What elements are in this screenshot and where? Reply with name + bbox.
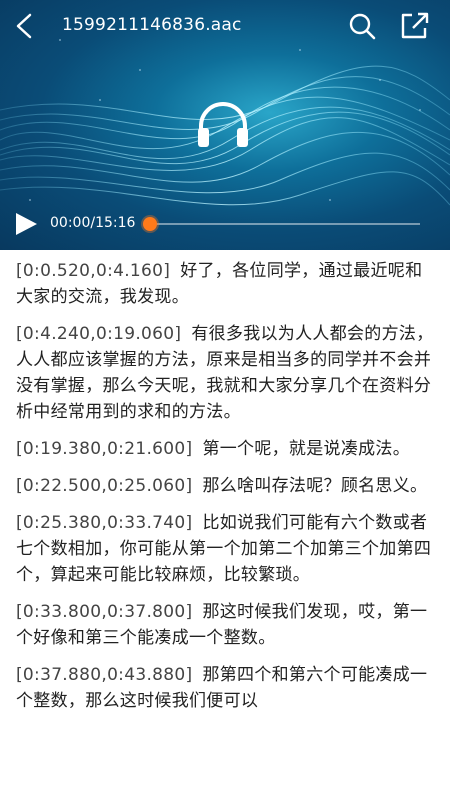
transcript-segment[interactable]: [0:22.500,0:25.060] 那么啥叫存法呢？顾名思义。 [16, 473, 434, 499]
playback-time: 00:00/15:16 [50, 215, 136, 231]
search-icon[interactable] [347, 11, 377, 41]
segment-timestamp: [0:19.380,0:21.600] [16, 439, 193, 459]
segment-timestamp: [0:0.520,0:4.160] [16, 261, 171, 281]
transcript-segment[interactable]: [0:33.800,0:37.800] 那这时候我们发现，哎，第一个好像和第三个能… [16, 599, 434, 651]
segment-timestamp: [0:22.500,0:25.060] [16, 476, 193, 496]
headphones-icon [198, 102, 248, 147]
transcript-segment[interactable]: [0:37.880,0:43.880] 那第四个和第六个可能凑成一个整数，那么这时… [16, 662, 434, 714]
segment-text: 那么啥叫存法呢？顾名思义。 [202, 476, 428, 496]
back-icon[interactable] [10, 10, 40, 42]
top-bar: 1599211146836.aac [0, 0, 450, 52]
transcript-segment[interactable]: [0:19.380,0:21.600] 第一个呢，就是说凑成法。 [16, 436, 434, 462]
segment-timestamp: [0:33.800,0:37.800] [16, 602, 193, 622]
segment-timestamp: [0:37.880,0:43.880] [16, 665, 193, 685]
transcript-segment[interactable]: [0:4.240,0:19.060] 有很多我以为人人都会的方法，人人都应该掌握的… [16, 321, 434, 425]
transcript-list: [0:0.520,0:4.160] 好了，各位同学，通过最近呢和大家的交流，我发现… [0, 250, 450, 800]
share-icon[interactable] [398, 11, 430, 41]
audio-player: 1599211146836.aac 00:00/15:16 [0, 0, 450, 250]
progress-thumb[interactable] [143, 217, 157, 231]
file-title: 1599211146836.aac [62, 15, 242, 35]
transcript-segment[interactable]: [0:25.380,0:33.740] 比如说我们可能有六个数或者七个数相加，你可… [16, 510, 434, 588]
play-icon[interactable] [12, 210, 40, 238]
segment-timestamp: [0:4.240,0:19.060] [16, 324, 182, 344]
segment-timestamp: [0:25.380,0:33.740] [16, 513, 193, 533]
transcript-segment[interactable]: [0:0.520,0:4.160] 好了，各位同学，通过最近呢和大家的交流，我发现… [16, 258, 434, 310]
segment-text: 第一个呢，就是说凑成法。 [202, 439, 411, 459]
progress-track[interactable] [146, 223, 420, 225]
